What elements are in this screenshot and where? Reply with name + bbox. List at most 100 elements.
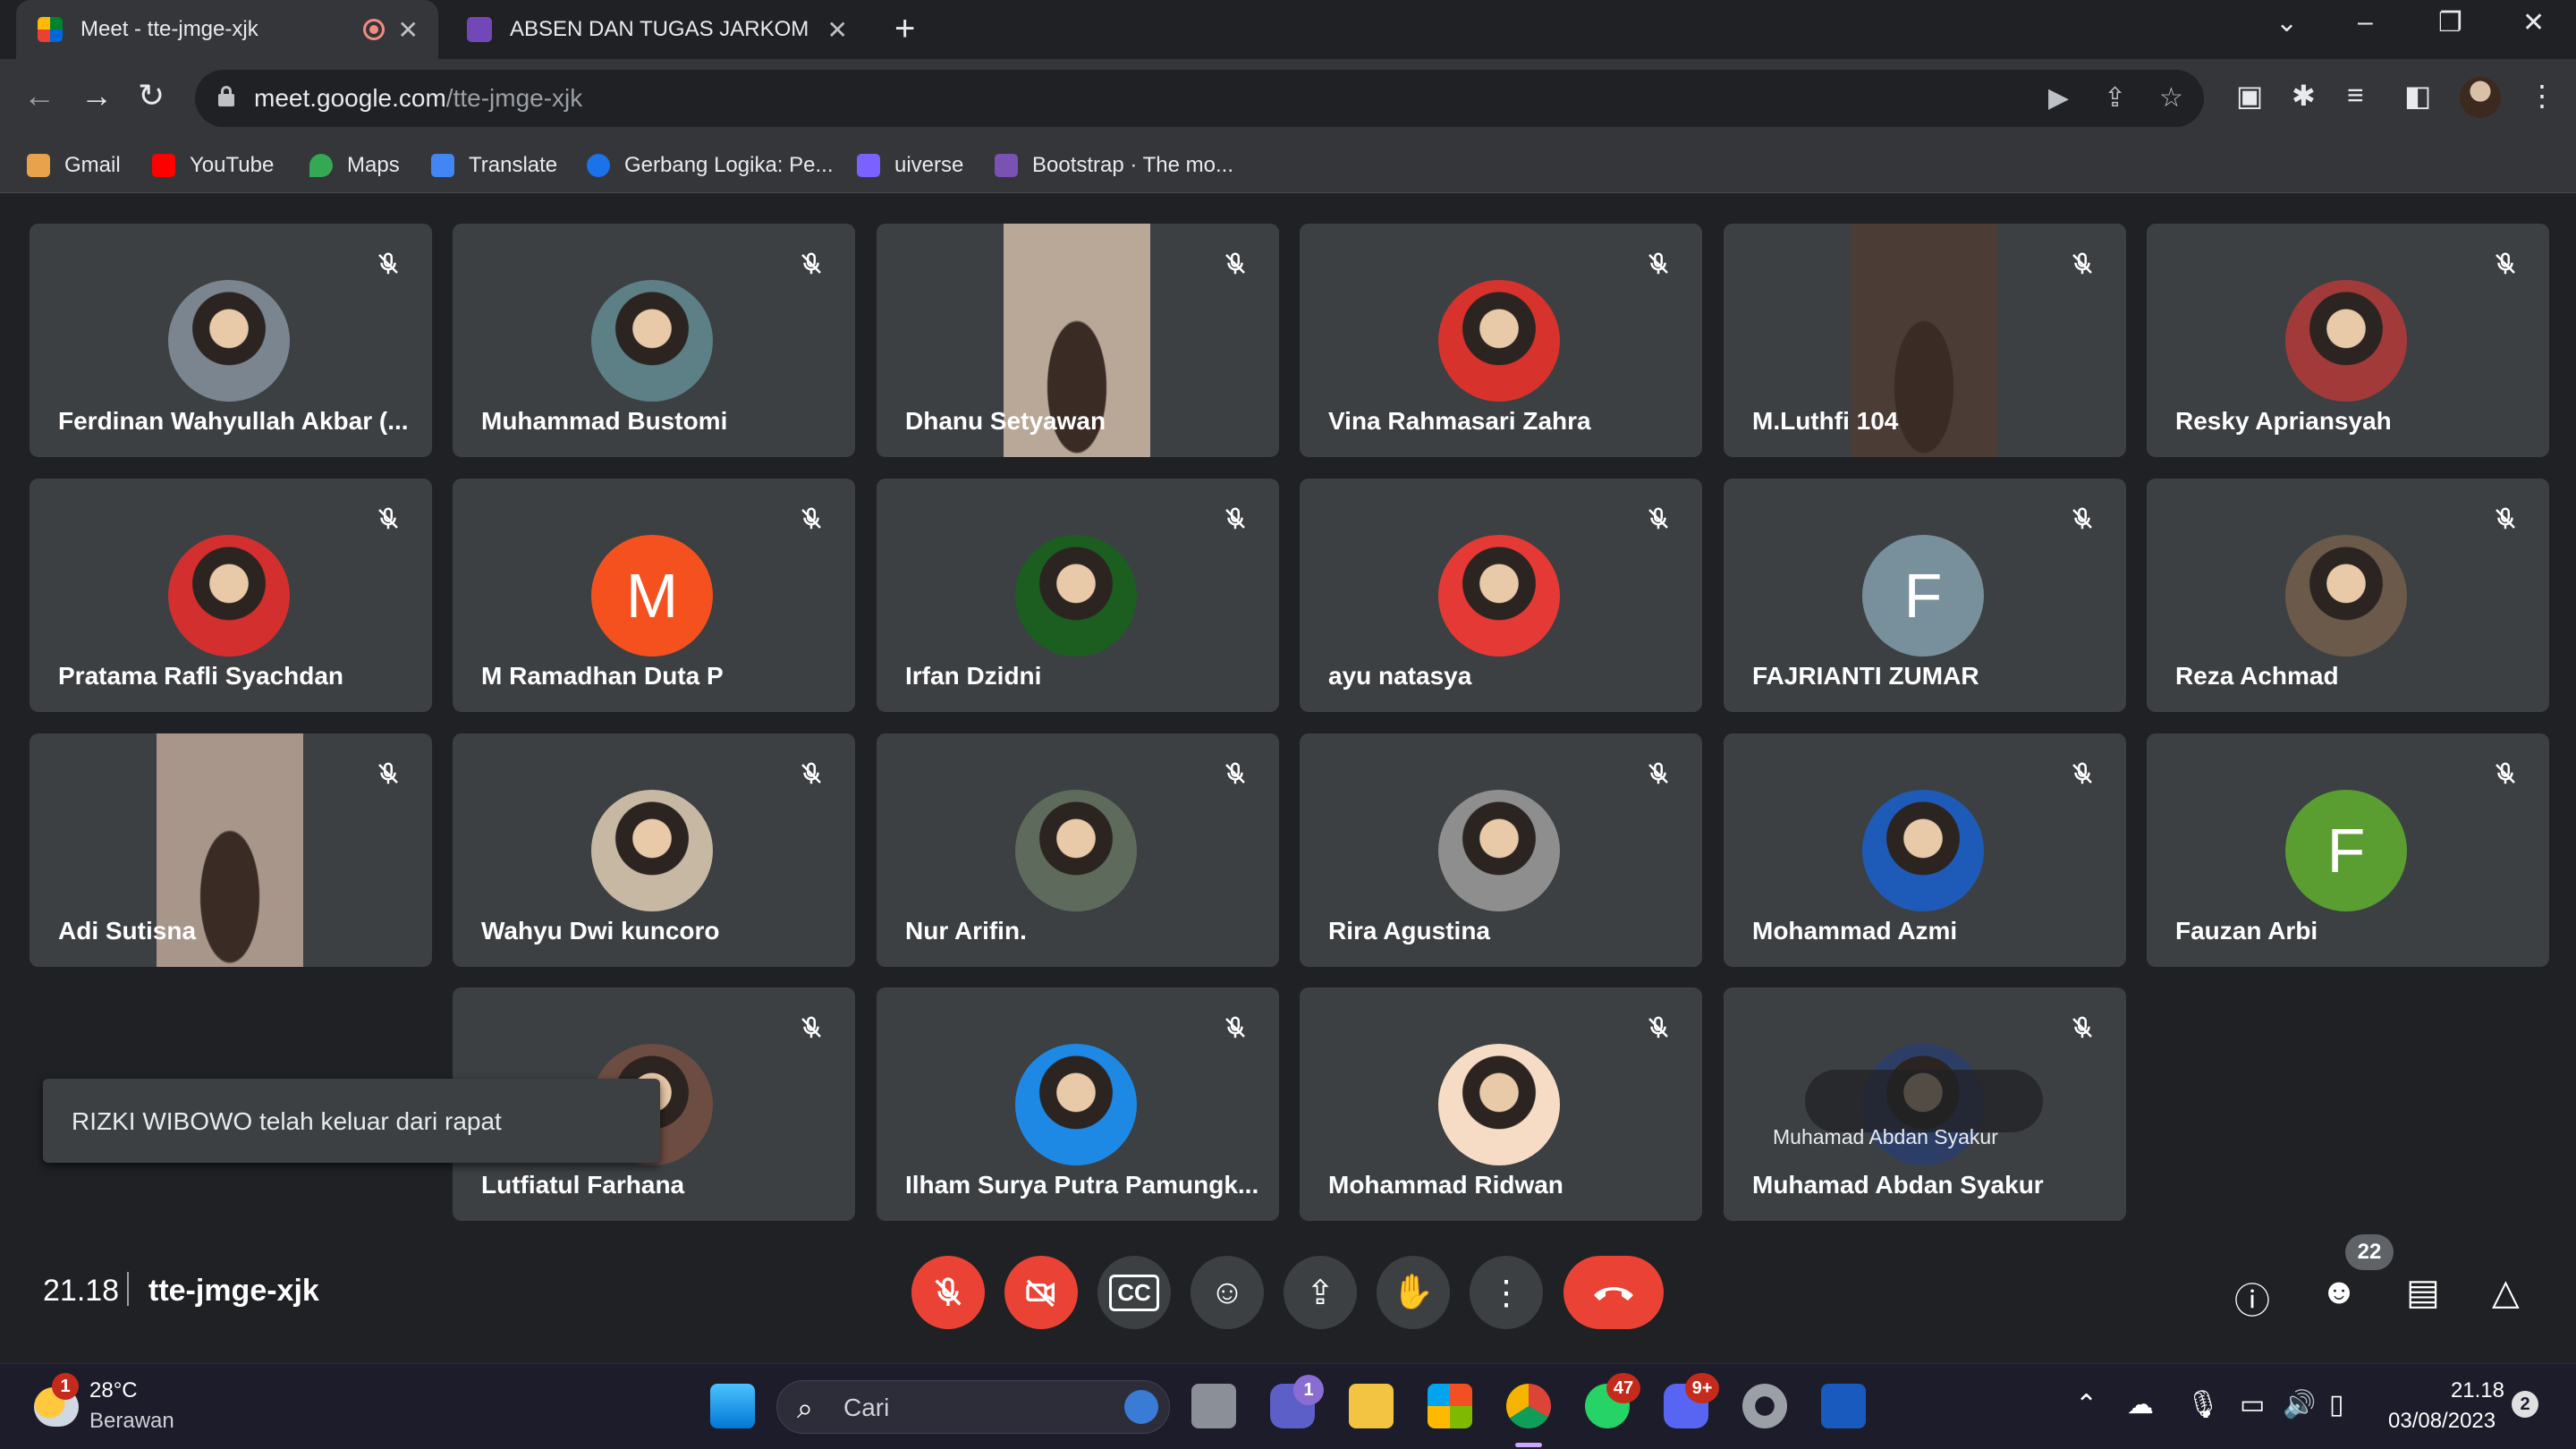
file-explorer-icon[interactable] (1349, 1384, 1394, 1428)
participant-avatar (1015, 1044, 1137, 1165)
participant-tile[interactable]: Irfan Dzidni (877, 479, 1279, 712)
notification-count[interactable]: 2 (2512, 1391, 2538, 1418)
present-screen-button[interactable]: ⇪ (1284, 1256, 1357, 1329)
forward-arrow-icon[interactable]: → (80, 77, 113, 114)
tab-absen[interactable]: ABSEN DAN TUGAS JARKOM ✕ (445, 0, 868, 59)
participant-tile[interactable]: Pratama Rafli Syachdan (30, 479, 432, 712)
more-options-button[interactable]: ⋮ (1470, 1256, 1543, 1329)
extension-icon[interactable]: ▣ (2236, 79, 2263, 113)
participant-tile[interactable]: Dhanu Setyawan (877, 224, 1279, 457)
onedrive-cloud-icon[interactable]: ☁ (2127, 1389, 2154, 1420)
meeting-time: 21.18 (43, 1274, 120, 1308)
search-icon: ⌕ (797, 1392, 813, 1424)
participant-tile[interactable]: Vina Rahmasari Zahra (1300, 224, 1702, 457)
address-bar[interactable]: meet.google.com/tte-jmge-xjk ▶ ⇪ ☆ (195, 70, 2204, 127)
minimize-icon[interactable]: – (2358, 7, 2373, 38)
chevron-up-icon[interactable]: ⌃ (2075, 1389, 2097, 1420)
mic-muted-icon (1645, 760, 1672, 787)
participant-tile[interactable]: Rira Agustina (1300, 733, 1702, 967)
participant-tile[interactable]: ayu natasya (1300, 479, 1702, 712)
volume-icon[interactable]: 🔊 (2283, 1389, 2316, 1420)
camera-off-button[interactable] (1004, 1256, 1078, 1329)
participant-tile[interactable]: Resky Apriansyah (2147, 224, 2549, 457)
bookmark-star-icon[interactable]: ☆ (2159, 82, 2183, 114)
participant-tile[interactable]: M.Luthfi 104 (1724, 224, 2126, 457)
mic-muted-icon (2492, 760, 2519, 787)
tile-hover-controls[interactable] (1805, 1070, 2043, 1132)
share-icon[interactable]: ⇪ (2104, 82, 2126, 114)
participant-name: Muhamad Abdan Syakur (1752, 1171, 2044, 1199)
participant-tile[interactable]: F Fauzan Arbi (2147, 733, 2549, 967)
participant-name: ayu natasya (1328, 662, 1472, 690)
raise-hand-button[interactable]: ✋ (1377, 1256, 1450, 1329)
network-icon[interactable]: ▭ (2240, 1389, 2265, 1420)
media-control-icon[interactable]: ≡ (2347, 79, 2364, 112)
task-view-icon[interactable] (1191, 1384, 1236, 1428)
tab-absen-title: ABSEN DAN TUGAS JARKOM (510, 17, 809, 41)
camera-icon[interactable]: ▶ (2048, 82, 2069, 114)
participant-tile[interactable]: Ilham Surya Putra Pamungk... (877, 987, 1279, 1221)
window-close-icon[interactable]: ✕ (2522, 7, 2545, 38)
chrome-menu-icon[interactable]: ⋮ (2528, 79, 2556, 113)
participant-tile[interactable]: Ferdinan Wahyullah Akbar (... (30, 224, 432, 457)
settings-gear-icon[interactable] (1742, 1384, 1787, 1428)
bookmark-gmail[interactable]: Gmail (27, 148, 121, 183)
word-icon[interactable] (1821, 1384, 1866, 1428)
chrome-icon[interactable] (1506, 1384, 1551, 1428)
mic-off-button[interactable] (911, 1256, 985, 1329)
participant-name: Irfan Dzidni (905, 662, 1042, 690)
participant-name: Adi Sutisna (58, 917, 197, 945)
participant-tile[interactable]: M M Ramadhan Duta P (453, 479, 855, 712)
participant-avatar (1438, 535, 1560, 657)
microphone-icon[interactable]: 🎙 (2186, 1389, 2220, 1420)
weather-desc: Berawan (89, 1409, 174, 1433)
people-icon[interactable]: ☻ (2320, 1272, 2358, 1312)
mic-muted-icon (1222, 505, 1249, 532)
mic-muted-icon (2069, 505, 2096, 532)
activities-icon[interactable]: △ (2492, 1272, 2520, 1313)
bookmark-translate[interactable]: Translate (431, 148, 557, 183)
participant-tile[interactable]: Reza Achmad (2147, 479, 2549, 712)
taskbar-search[interactable]: ⌕ Cari (776, 1380, 1170, 1434)
reload-icon[interactable]: ↻ (138, 77, 165, 114)
bookmark-gerbang-logika[interactable]: Gerbang Logika: Pe... (587, 148, 833, 183)
meeting-info-icon[interactable]: ⓘ (2234, 1272, 2270, 1324)
new-tab-button[interactable]: + (894, 9, 915, 49)
participant-tile[interactable]: Muhammad Bustomi (453, 224, 855, 457)
clock-time[interactable]: 21.18 (2447, 1378, 2504, 1403)
mic-muted-icon (798, 505, 825, 532)
participant-tile[interactable]: Adi Sutisna (30, 733, 432, 967)
participant-avatar: F (2285, 790, 2407, 911)
extensions-puzzle-icon[interactable]: ✱ (2292, 79, 2316, 113)
clock-date[interactable]: 03/08/2023 (2388, 1409, 2496, 1434)
participant-tile[interactable]: Mohammad Ridwan (1300, 987, 1702, 1221)
participant-tile[interactable]: Mohammad Azmi (1724, 733, 2126, 967)
participant-tile[interactable]: Wahyu Dwi kuncoro (453, 733, 855, 967)
tab-meet[interactable]: Meet - tte-jmge-xjk ✕ (16, 0, 438, 59)
participant-tile[interactable]: Nur Arifin. (877, 733, 1279, 967)
participant-tile[interactable]: F FAJRIANTI ZUMAR (1724, 479, 2126, 712)
battery-icon[interactable]: ▯ (2329, 1389, 2344, 1420)
bookmark-uiverse[interactable]: uiverse (857, 148, 963, 183)
bookmark-bootstrap[interactable]: Bootstrap · The mo... (995, 148, 1233, 183)
bookmark-youtube[interactable]: YouTube (152, 148, 274, 183)
restore-icon[interactable]: ❐ (2438, 7, 2462, 38)
participant-name: Dhanu Setyawan (905, 407, 1106, 435)
tab-close-icon[interactable]: ✕ (827, 15, 848, 45)
weather-temp: 28°C (89, 1378, 138, 1402)
mic-muted-icon (375, 505, 402, 532)
more-vert-icon: ⋮ (1489, 1274, 1523, 1312)
tab-close-icon[interactable]: ✕ (398, 15, 419, 45)
side-panel-icon[interactable]: ◧ (2404, 79, 2431, 113)
bookmark-maps[interactable]: Maps (309, 148, 400, 183)
reactions-button[interactable]: ☺ (1191, 1256, 1264, 1329)
leave-call-button[interactable] (1563, 1256, 1664, 1329)
lock-icon[interactable] (218, 86, 234, 106)
captions-button[interactable]: CC (1097, 1256, 1171, 1329)
chat-icon[interactable]: ▤ (2406, 1272, 2440, 1313)
microsoft-store-icon[interactable] (1428, 1384, 1472, 1428)
start-icon[interactable] (710, 1384, 755, 1428)
back-arrow-icon[interactable]: ← (23, 77, 55, 114)
tab-search-chevron-icon[interactable]: ⌄ (2275, 7, 2298, 38)
profile-avatar[interactable] (2460, 77, 2501, 118)
